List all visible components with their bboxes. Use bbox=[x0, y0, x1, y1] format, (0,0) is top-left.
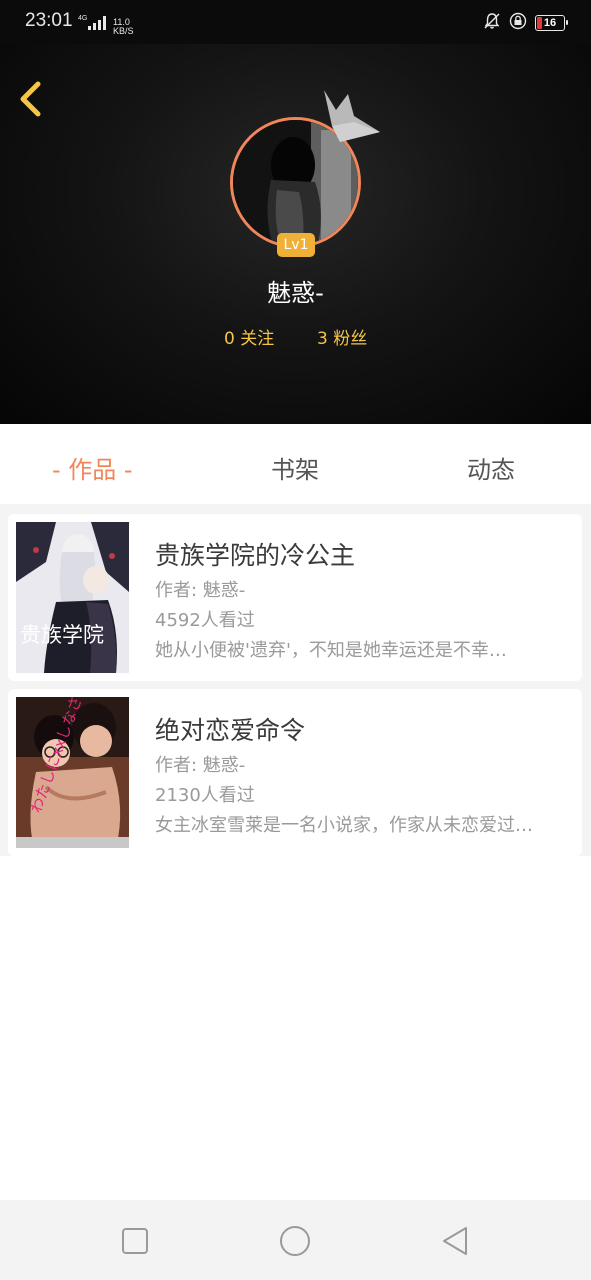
tab-works[interactable]: - 作品 - bbox=[52, 450, 133, 485]
crown-icon bbox=[324, 90, 380, 142]
battery-icon: 16 bbox=[535, 15, 568, 31]
book-card[interactable]: わたしにxxしなさい! 绝对恋爱命令 作者: 魅惑- 2130人看过 女主冰室雪… bbox=[8, 689, 582, 856]
cover-title: 贵族学院 bbox=[20, 623, 104, 647]
tab-bookshelf[interactable]: 书架 bbox=[271, 450, 319, 485]
level-badge: Lv1 bbox=[277, 233, 315, 257]
tab-activity[interactable]: 动态 bbox=[467, 450, 515, 485]
profile-header: 23:01 4G 11.0 KB/S 16 Lv1 魅惑- 0 关注 3 粉丝 bbox=[0, 0, 591, 424]
bell-muted-icon bbox=[483, 12, 501, 34]
recent-apps-button[interactable] bbox=[118, 1224, 152, 1258]
book-title: 绝对恋爱命令 bbox=[155, 716, 306, 745]
following-count[interactable]: 0 关注 bbox=[224, 324, 274, 349]
home-button[interactable] bbox=[278, 1224, 312, 1258]
book-views: 2130人看过 bbox=[155, 785, 255, 806]
book-description: 她从小便被'遗弃'，不知是她幸运还是不幸… bbox=[155, 640, 507, 661]
triangle-back-icon bbox=[443, 1227, 467, 1255]
svg-text:4G: 4G bbox=[78, 15, 87, 22]
circle-icon bbox=[280, 1226, 310, 1256]
status-bar: 23:01 4G 11.0 KB/S 16 bbox=[0, 0, 591, 44]
book-views: 4592人看过 bbox=[155, 610, 255, 631]
network-speed: 11.0 KB/S bbox=[113, 18, 134, 36]
system-nav-bar bbox=[0, 1200, 591, 1280]
lock-rotation-icon bbox=[509, 12, 527, 34]
followers-count[interactable]: 3 粉丝 bbox=[317, 324, 367, 349]
nav-back-button[interactable] bbox=[438, 1224, 472, 1258]
profile-stats: 0 关注 3 粉丝 bbox=[0, 324, 591, 349]
book-card[interactable]: 贵族学院 贵族学院的冷公主 作者: 魅惑- 4592人看过 她从小便被'遗弃'，… bbox=[8, 514, 582, 681]
speed-unit: KB/S bbox=[113, 26, 134, 36]
book-author: 作者: 魅惑- bbox=[155, 580, 246, 601]
book-cover: 贵族学院 bbox=[16, 522, 129, 673]
square-icon bbox=[122, 1228, 148, 1254]
book-cover: わたしにxxしなさい! bbox=[16, 697, 129, 848]
username: 魅惑- bbox=[267, 279, 324, 307]
book-title: 贵族学院的冷公主 bbox=[155, 541, 356, 570]
battery-level: 16 bbox=[543, 17, 557, 29]
back-button[interactable] bbox=[14, 78, 54, 122]
signal-icon: 4G bbox=[78, 13, 108, 37]
book-author: 作者: 魅惑- bbox=[155, 755, 246, 776]
book-description: 女主冰室雪莱是一名小说家，作家从未恋爱过… bbox=[155, 815, 533, 836]
status-time: 23:01 bbox=[25, 10, 73, 31]
chevron-left-icon bbox=[20, 81, 41, 117]
profile-tabs: - 作品 - 书架 动态 bbox=[0, 424, 591, 504]
